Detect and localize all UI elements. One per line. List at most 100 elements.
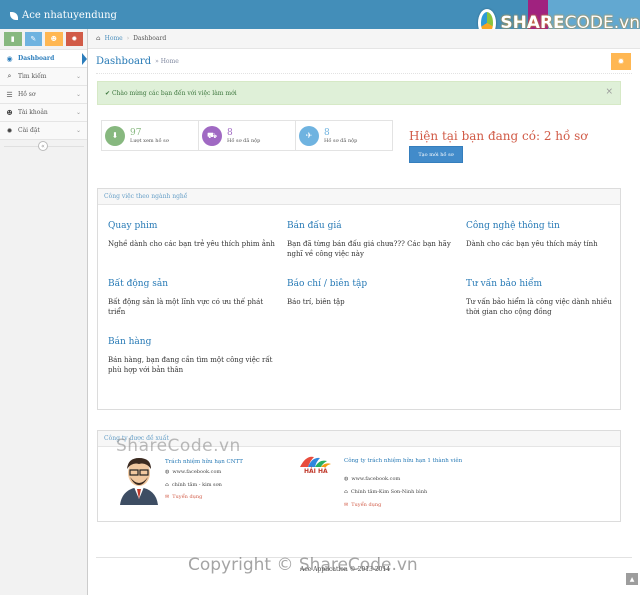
company-name[interactable]: Trách nhiệm hữu hạn CNTT bbox=[165, 459, 265, 466]
sidebar-collapse-button[interactable]: « bbox=[38, 141, 48, 151]
job-title[interactable]: Công nghệ thông tin bbox=[466, 221, 622, 231]
pencil-icon: ✎ bbox=[30, 35, 37, 43]
sidebar-item-label: Cài đặt bbox=[18, 127, 40, 134]
leaf-icon bbox=[10, 11, 18, 20]
twitter-icon: ✈ bbox=[299, 125, 319, 146]
sidebar-item-label: Tìm kiếm bbox=[18, 73, 47, 80]
sidebar: ▮ ✎ ☻ ✹ ◉ Dashboard ⌕ Tìm kiếm ⌄ ☰ Hồ sơ… bbox=[0, 29, 88, 595]
sidebar-item-label: Tài khoản bbox=[18, 109, 48, 116]
gear-icon: ✹ bbox=[6, 126, 13, 135]
job-title[interactable]: Báo chí / biên tập bbox=[287, 279, 457, 289]
stat-label: Hồ sơ đã nộp bbox=[324, 137, 358, 144]
company-recruit[interactable]: ✉ Tuyển dụng bbox=[344, 502, 381, 508]
job-category[interactable]: Bán đấu giá Bạn đã từng bán đấu giá chưa… bbox=[287, 221, 457, 259]
recruit-link[interactable]: Tuyển dụng bbox=[172, 494, 202, 500]
download-icon: ⬇ bbox=[105, 125, 125, 146]
job-title[interactable]: Bán đấu giá bbox=[287, 221, 457, 231]
shortcut-pencil-button[interactable]: ✎ bbox=[24, 32, 42, 46]
company-logo-text: HẢI HÀ bbox=[304, 468, 328, 475]
breadcrumb-separator: › bbox=[126, 35, 130, 42]
sidebar-item-dashboard[interactable]: ◉ Dashboard bbox=[0, 50, 87, 68]
stat-label: Lượt xem hồ sơ bbox=[130, 137, 169, 144]
welcome-alert: ✔ Chào mừng các bạn đến với việc làm mới… bbox=[97, 81, 621, 105]
copyright-watermark: Copyright © ShareCode.vn bbox=[188, 555, 418, 575]
shortcut-cogs-button[interactable]: ✹ bbox=[65, 32, 83, 46]
chart-icon: ▮ bbox=[10, 35, 15, 43]
page-title: Dashboard bbox=[96, 56, 152, 67]
job-title[interactable]: Quay phim bbox=[108, 221, 278, 231]
shortcut-users-button[interactable]: ☻ bbox=[45, 32, 63, 46]
watermark-text: ShareCode.vn bbox=[116, 436, 241, 456]
chevron-down-icon: ⌄ bbox=[75, 127, 81, 134]
box-title: Công việc theo ngành nghề bbox=[98, 189, 620, 205]
job-description: Bán hàng, bạn đang cần tìm một công việc… bbox=[108, 356, 273, 374]
job-title[interactable]: Tư vấn bảo hiểm bbox=[466, 279, 622, 289]
shortcut-chart-button[interactable]: ▮ bbox=[4, 32, 22, 46]
job-category[interactable]: Bất động sản Bất động sản là một lĩnh vự… bbox=[108, 279, 278, 317]
job-description: Bạn đã từng bán đấu giá chưa??? Các bạn … bbox=[287, 240, 451, 258]
list-icon: ☰ bbox=[6, 90, 13, 99]
page-subtitle: » Home bbox=[155, 58, 179, 65]
job-category[interactable]: Quay phim Nghề dành cho các bạn trẻ yêu … bbox=[108, 221, 278, 249]
stat-label: Hồ sơ đã nộp bbox=[227, 137, 261, 144]
envelope-icon: ✉ bbox=[165, 494, 170, 500]
stat-value: 97 bbox=[130, 127, 142, 138]
job-title[interactable]: Bất động sản bbox=[108, 279, 278, 289]
stat-value: 8 bbox=[227, 127, 233, 138]
breadcrumb-current: Dashboard bbox=[133, 35, 167, 42]
website-text[interactable]: www.facebook.com bbox=[172, 469, 221, 475]
check-icon: ✔ bbox=[105, 89, 112, 97]
scroll-up-button[interactable]: ▲ bbox=[626, 573, 638, 585]
search-icon: ⌕ bbox=[7, 72, 12, 80]
job-description: Bất động sản là một lĩnh vực có ưu thế p… bbox=[108, 298, 264, 316]
job-category[interactable]: Báo chí / biên tập Báo trí, biên tập bbox=[287, 279, 457, 307]
job-category[interactable]: Bán hàng Bán hàng, bạn đang cần tìm một … bbox=[108, 337, 278, 375]
breadcrumb-home-link[interactable]: Home bbox=[105, 35, 123, 42]
home-icon: ⌂ bbox=[96, 35, 101, 42]
cogs-icon: ✹ bbox=[71, 35, 78, 43]
chevron-down-icon: ⌄ bbox=[75, 91, 81, 98]
sidebar-item-account[interactable]: ☻ Tài khoản ⌄ bbox=[0, 104, 87, 122]
user-icon: ☻ bbox=[6, 108, 13, 117]
stat-views: ⬇ 97 Lượt xem hồ sơ bbox=[102, 121, 199, 150]
address-text: Chính tâm-Kim Sơn-Ninh bình bbox=[350, 489, 428, 495]
globe-icon: ◍ bbox=[165, 469, 170, 475]
job-description: Nghề dành cho các bạn trẻ yêu thích phim… bbox=[108, 240, 275, 248]
settings-toggle-button[interactable]: ✹ bbox=[611, 53, 631, 70]
users-icon: ☻ bbox=[50, 35, 57, 43]
cart-icon: ⛟ bbox=[202, 125, 222, 146]
job-category[interactable]: Tư vấn bảo hiểm Tư vấn bảo hiểm là công … bbox=[466, 279, 622, 317]
globe-icon: ◍ bbox=[344, 476, 349, 482]
job-title[interactable]: Bán hàng bbox=[108, 337, 278, 347]
dashboard-icon: ◉ bbox=[6, 54, 13, 63]
sidebar-menu: ◉ Dashboard ⌕ Tìm kiếm ⌄ ☰ Hồ sơ ⌄ ☻ Tài… bbox=[0, 49, 87, 140]
recruit-link[interactable]: Tuyển dụng bbox=[351, 502, 381, 508]
sidebar-item-label: Dashboard bbox=[18, 55, 55, 62]
company-recruit[interactable]: ✉ Tuyển dụng bbox=[165, 494, 202, 500]
sidebar-item-settings[interactable]: ✹ Cài đặt ⌄ bbox=[0, 122, 87, 140]
home-icon: ⌂ bbox=[344, 489, 348, 495]
job-description: Tư vấn bảo hiểm là công việc dành nhiều … bbox=[466, 298, 612, 316]
create-profile-button[interactable]: Tạo mới hồ sơ bbox=[409, 146, 463, 163]
sidebar-item-label: Hồ sơ bbox=[18, 91, 36, 98]
job-category[interactable]: Công nghệ thông tin Dành cho các bạn yêu… bbox=[466, 221, 622, 249]
company-name[interactable]: Công ty trách nhiệm hữu hạn 1 thành viên bbox=[344, 458, 464, 465]
company-website: ◍ www.facebook.com bbox=[165, 469, 221, 475]
website-text[interactable]: www.facebook.com bbox=[351, 476, 400, 482]
job-description: Dành cho các bạn yêu thích máy tính bbox=[466, 240, 598, 248]
breadcrumb: ⌂ Home › Dashboard bbox=[88, 29, 640, 49]
page-header: Dashboard » Home bbox=[96, 50, 632, 74]
close-icon[interactable]: × bbox=[605, 87, 613, 97]
job-description: Báo trí, biên tập bbox=[287, 298, 345, 306]
brand[interactable]: Ace nhatuyendung bbox=[10, 10, 117, 21]
company-address: ⌂ Chính tâm-Kim Sơn-Ninh bình bbox=[344, 489, 427, 495]
chevron-down-icon: ⌄ bbox=[75, 109, 81, 116]
cog-icon: ✹ bbox=[617, 57, 625, 66]
stats-panel: ⬇ 97 Lượt xem hồ sơ ⛟ 8 Hồ sơ đã nộp ✈ 8… bbox=[101, 120, 393, 151]
envelope-icon: ✉ bbox=[344, 502, 349, 508]
sidebar-item-search[interactable]: ⌕ Tìm kiếm ⌄ bbox=[0, 68, 87, 86]
sidebar-item-profiles[interactable]: ☰ Hồ sơ ⌄ bbox=[0, 86, 87, 104]
sidebar-shortcuts: ▮ ✎ ☻ ✹ bbox=[0, 29, 87, 49]
company-website: ◍ www.facebook.com bbox=[344, 476, 400, 482]
stat-value: 8 bbox=[324, 127, 330, 138]
